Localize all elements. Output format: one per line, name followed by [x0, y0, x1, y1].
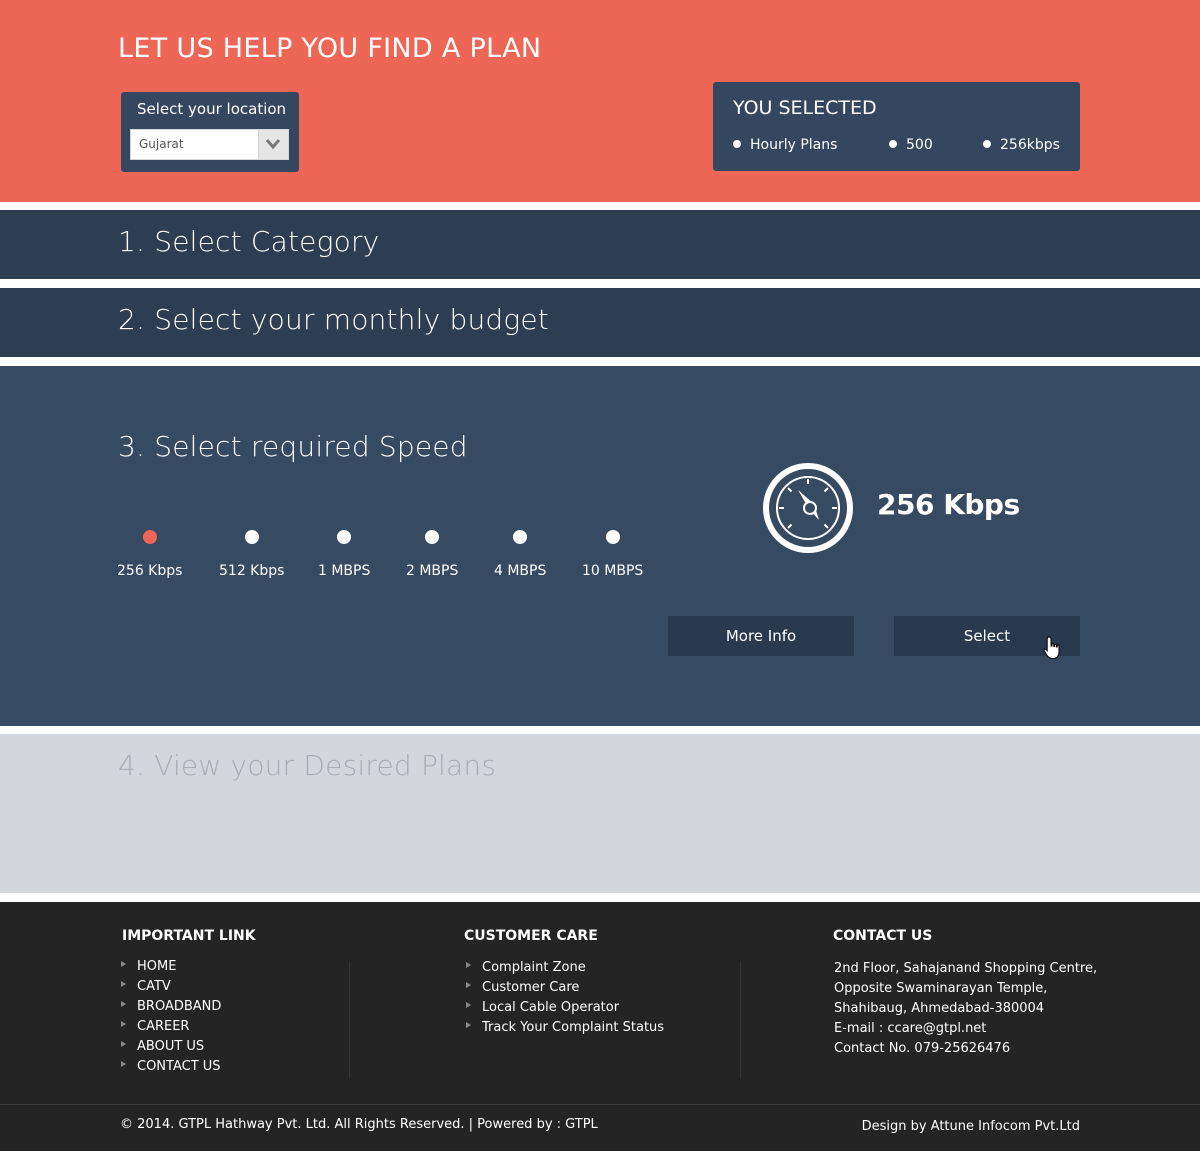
speed-option-4mbps[interactable]: 4 MBPS	[494, 530, 546, 579]
bullet-arrow-icon	[121, 1061, 126, 1067]
footer-link-label[interactable]: CATV	[137, 979, 171, 994]
footer-link-contact-us[interactable]: CONTACT US	[121, 1057, 221, 1077]
footer-divider	[740, 962, 741, 1078]
address-line: Opposite Swaminarayan Temple,	[834, 981, 1048, 996]
selected-category-text: Hourly Plans	[750, 137, 838, 153]
plan-finder-header: LET US HELP YOU FIND A PLAN Select your …	[0, 0, 1200, 202]
speed-option-label: 1 MBPS	[318, 563, 371, 579]
address-line: Shahibaug, Ahmedabad-380004	[834, 1001, 1045, 1016]
bullet-arrow-icon	[466, 1022, 471, 1028]
speed-option-label: 256 Kbps	[117, 563, 183, 579]
speed-option-label: 2 MBPS	[406, 563, 459, 579]
location-selector-panel: Select your location Gujarat	[121, 92, 299, 172]
footer-link-about-us[interactable]: ABOUT US	[121, 1037, 221, 1057]
contact-details: 2nd Floor, Sahajanand Shopping Centre, O…	[834, 959, 1097, 1059]
customer-care-list: Complaint Zone Customer Care Local Cable…	[466, 958, 664, 1038]
speed-radio[interactable]	[337, 530, 352, 544]
footer-link-home[interactable]: HOME	[121, 957, 221, 977]
page-title: LET US HELP YOU FIND A PLAN	[118, 33, 542, 64]
step-plans-band: 4. View your Desired Plans	[0, 734, 1200, 893]
footer-link-label[interactable]: BROADBAND	[137, 999, 221, 1014]
selected-speed-text: 256kbps	[1000, 137, 1060, 153]
speed-option-10mbps[interactable]: 10 MBPS	[582, 530, 643, 579]
copyright-text: © 2014. GTPL Hathway Pvt. Ltd. All Right…	[120, 1117, 598, 1132]
footer-link-track-complaint[interactable]: Track Your Complaint Status	[466, 1018, 664, 1038]
bullet-arrow-icon	[466, 962, 471, 968]
speed-option-256kbps[interactable]: 256 Kbps	[117, 530, 182, 579]
step-plans-title: 4. View your Desired Plans	[118, 749, 497, 782]
footer-link-label[interactable]: HOME	[137, 959, 176, 974]
contact-phone: Contact No. 079-25626476	[834, 1041, 1011, 1056]
step-speed-title: 3. Select required Speed	[118, 430, 468, 463]
speed-radio[interactable]	[425, 530, 440, 544]
selected-item-category: Hourly Plans	[733, 137, 837, 153]
footer-link-label[interactable]: CONTACT US	[137, 1059, 221, 1074]
footer-link-label[interactable]: Local Cable Operator	[482, 1000, 619, 1015]
speed-option-label: 4 MBPS	[494, 563, 547, 579]
bullet-arrow-icon	[121, 1021, 126, 1027]
footer-link-complaint-zone[interactable]: Complaint Zone	[466, 958, 664, 978]
site-footer: IMPORTANT LINK HOME CATV BROADBAND CAREE…	[0, 902, 1200, 1151]
bullet-arrow-icon	[121, 1041, 126, 1047]
footer-link-label[interactable]: ABOUT US	[137, 1039, 204, 1054]
footer-link-broadband[interactable]: BROADBAND	[121, 997, 221, 1017]
footer-divider	[349, 962, 350, 1078]
bullet-arrow-icon	[466, 982, 471, 988]
chevron-down-icon[interactable]	[258, 130, 288, 159]
bullet-icon	[889, 140, 897, 148]
selected-speed-display: 256 Kbps	[877, 488, 1020, 521]
selected-budget-text: 500	[906, 137, 933, 153]
you-selected-title: YOU SELECTED	[733, 97, 877, 119]
footer-link-local-cable-operator[interactable]: Local Cable Operator	[466, 998, 664, 1018]
selected-item-budget: 500	[889, 137, 933, 153]
speed-radio[interactable]	[142, 530, 157, 544]
speed-option-1mbps[interactable]: 1 MBPS	[318, 530, 370, 579]
speed-option-label: 10 MBPS	[582, 563, 644, 579]
footer-link-label[interactable]: Track Your Complaint Status	[482, 1020, 664, 1035]
speed-radio[interactable]	[244, 530, 259, 544]
step-budget-band[interactable]: 2. Select your monthly budget	[0, 288, 1200, 357]
more-info-button[interactable]: More Info	[668, 616, 854, 656]
location-selected-value: Gujarat	[139, 137, 184, 151]
footer-link-customer-care[interactable]: Customer Care	[466, 978, 664, 998]
customer-care-heading: CUSTOMER CARE	[464, 928, 598, 944]
footer-rule	[0, 1104, 1200, 1105]
contact-email[interactable]: E-mail : ccare@gtpl.net	[834, 1019, 1097, 1039]
footer-link-label[interactable]: Customer Care	[482, 980, 579, 995]
speed-option-2mbps[interactable]: 2 MBPS	[406, 530, 458, 579]
you-selected-panel: YOU SELECTED Hourly Plans 500 256kbps	[713, 82, 1080, 171]
speedometer-icon	[762, 462, 854, 554]
design-credit[interactable]: Design by Attune Infocom Pvt.Ltd	[862, 1119, 1080, 1134]
bullet-arrow-icon	[121, 1001, 126, 1007]
bullet-icon	[983, 140, 991, 148]
footer-link-label[interactable]: CAREER	[137, 1019, 189, 1034]
step-category-title[interactable]: 1. Select Category	[118, 225, 379, 258]
contact-us-heading: CONTACT US	[833, 928, 933, 944]
speed-option-label: 512 Kbps	[219, 563, 285, 579]
important-link-heading: IMPORTANT LINK	[122, 928, 256, 944]
location-label: Select your location	[137, 100, 287, 118]
bullet-arrow-icon	[466, 1002, 471, 1008]
speed-radio[interactable]	[513, 530, 528, 544]
speed-radio[interactable]	[605, 530, 620, 544]
hand-pointer-cursor-icon	[1043, 636, 1061, 664]
bullet-arrow-icon	[121, 961, 126, 967]
footer-link-career[interactable]: CAREER	[121, 1017, 221, 1037]
address-line: 2nd Floor, Sahajanand Shopping Centre,	[834, 961, 1098, 976]
selected-item-speed: 256kbps	[983, 137, 1060, 153]
step-category-band[interactable]: 1. Select Category	[0, 210, 1200, 279]
step-budget-title[interactable]: 2. Select your monthly budget	[118, 303, 549, 336]
bullet-arrow-icon	[121, 981, 126, 987]
footer-link-catv[interactable]: CATV	[121, 977, 221, 997]
speed-option-512kbps[interactable]: 512 Kbps	[219, 530, 284, 579]
bullet-icon	[733, 140, 741, 148]
important-link-list: HOME CATV BROADBAND CAREER ABOUT US CONT…	[121, 957, 221, 1077]
location-dropdown[interactable]: Gujarat	[130, 129, 289, 160]
footer-link-label[interactable]: Complaint Zone	[482, 960, 586, 975]
